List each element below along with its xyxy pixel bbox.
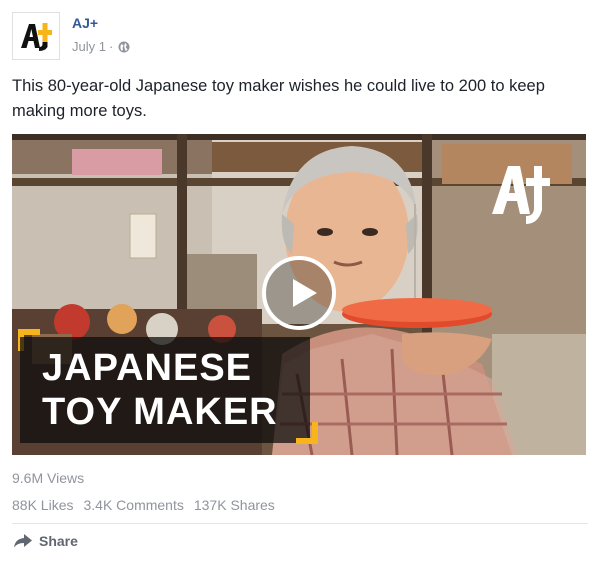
video-caption-box: JAPANESE TOY MAKER — [20, 337, 310, 443]
post-meta: July 1 · — [72, 39, 130, 54]
share-arrow-icon — [14, 534, 32, 548]
page-avatar[interactable] — [12, 12, 60, 60]
engagement-stats: 88K Likes 3.4K Comments 137K Shares — [12, 497, 275, 513]
page-name-link[interactable]: AJ+ — [72, 15, 98, 31]
likes-count[interactable]: 88K Likes — [12, 497, 73, 513]
share-label: Share — [39, 533, 78, 549]
divider — [12, 523, 588, 524]
share-button[interactable]: Share — [14, 533, 78, 549]
caption-corner-accent — [296, 422, 318, 444]
caption-line-1: JAPANESE — [42, 347, 253, 389]
shares-count[interactable]: 137K Shares — [194, 497, 275, 513]
caption-line-2: TOY MAKER — [42, 391, 278, 433]
globe-icon[interactable] — [118, 41, 130, 53]
meta-separator: · — [108, 39, 114, 54]
facebook-post: AJ+ July 1 · This 80-year-old Japanese t… — [0, 0, 600, 561]
post-text: This 80-year-old Japanese toy maker wish… — [12, 77, 545, 120]
view-count: 9.6M Views — [12, 470, 85, 486]
video-player[interactable]: JAPANESE TOY MAKER — [12, 134, 586, 455]
aj-plus-logo-icon — [492, 166, 550, 224]
aj-plus-logo-icon — [21, 23, 52, 51]
post-date[interactable]: July 1 — [72, 39, 106, 54]
play-icon[interactable] — [262, 256, 336, 330]
comments-count[interactable]: 3.4K Comments — [83, 497, 183, 513]
